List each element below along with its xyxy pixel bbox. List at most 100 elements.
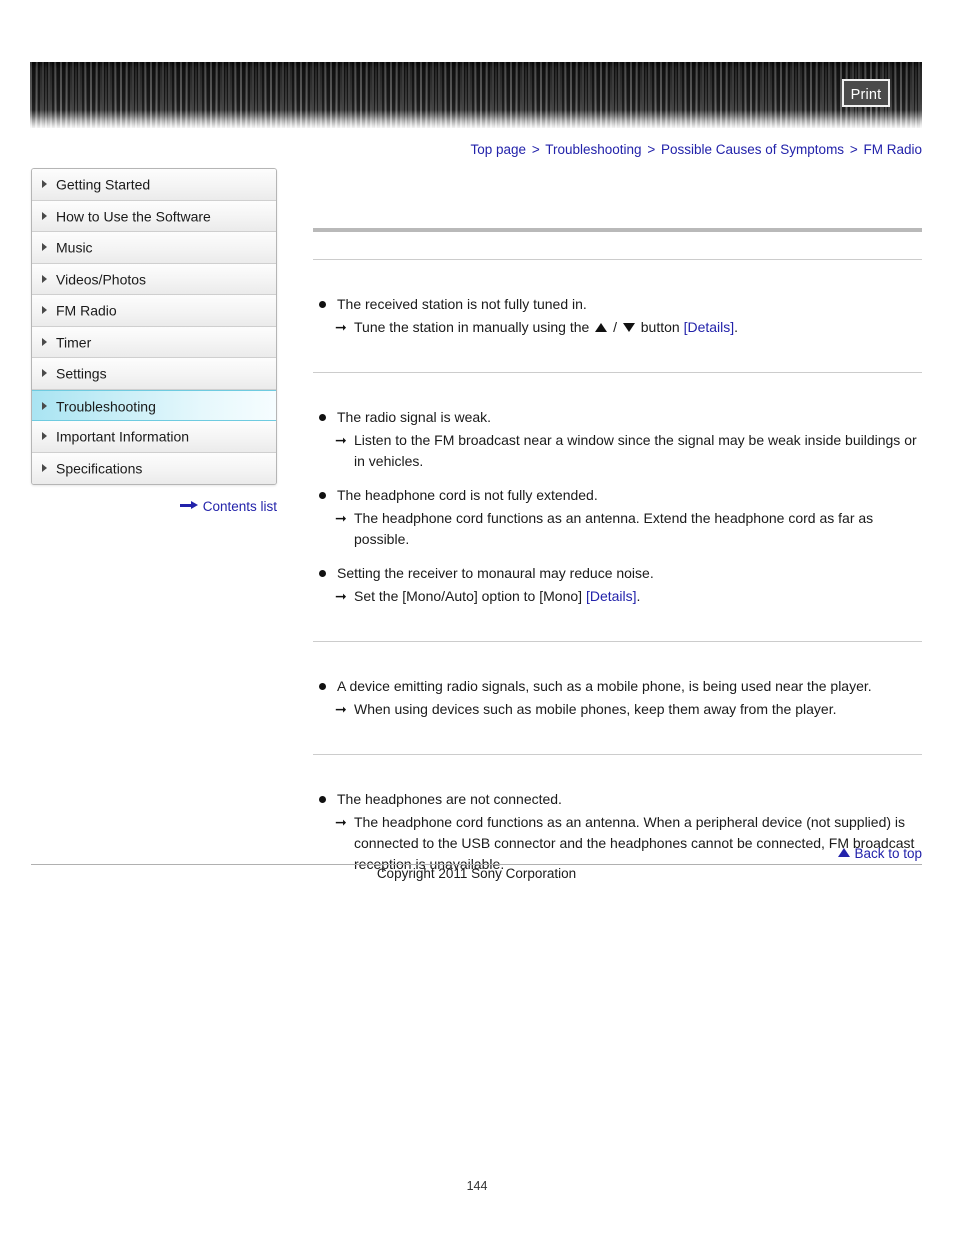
bullet-icon: [319, 570, 326, 577]
breadcrumb-separator: >: [647, 142, 656, 157]
sidebar-item-getting-started[interactable]: Getting Started: [32, 169, 276, 201]
details-link[interactable]: [Details]: [684, 319, 735, 335]
sidebar-item-fm-radio[interactable]: FM Radio: [32, 295, 276, 327]
sidebar-item-settings[interactable]: Settings: [32, 358, 276, 390]
sidebar-item-label: Timer: [56, 334, 92, 351]
remedy-text: When using devices such as mobile phones…: [354, 701, 837, 717]
triangle-up-icon: [595, 322, 608, 332]
bullet-icon: [319, 301, 326, 308]
copyright-text: Copyright 2011 Sony Corporation: [376, 866, 577, 881]
chevron-right-icon: [42, 306, 47, 315]
sidebar-item-specifications[interactable]: Specifications: [32, 452, 276, 484]
cause-text: A device emitting radio signals, such as…: [337, 678, 872, 694]
sidebar-item-label: Troubleshooting: [56, 398, 156, 415]
breadcrumb-item-troubleshooting[interactable]: Troubleshooting: [545, 142, 641, 157]
chevron-right-icon: [42, 432, 47, 441]
sidebar-item-label: Videos/Photos: [56, 271, 147, 288]
main-content: The received station is not fully tuned …: [313, 170, 922, 875]
sidebar-item-timer[interactable]: Timer: [32, 326, 276, 358]
sidebar-item-label: Getting Started: [56, 176, 151, 193]
bullet-icon: [319, 492, 326, 499]
sidebar-item-videos-photos[interactable]: Videos/Photos: [32, 263, 276, 295]
arrow-right-icon: ➞: [335, 319, 347, 335]
breadcrumb: Top page > Troubleshooting > Possible Ca…: [300, 142, 923, 157]
arrow-right-icon: ➞: [335, 588, 347, 604]
remedy-text-pre: Set the [Mono/Auto] option to [Mono]: [354, 588, 583, 604]
sidebar-item-label: How to Use the Software: [56, 208, 211, 225]
symptom-block: The radio signal is weak. ➞ Listen to th…: [313, 373, 922, 607]
cause-item: The received station is not fully tuned …: [313, 294, 922, 315]
sidebar-item-label: Settings: [56, 365, 107, 382]
chevron-right-icon: [42, 180, 47, 189]
cause-text: Setting the receiver to monaural may red…: [337, 565, 654, 581]
breadcrumb-item-possible-causes[interactable]: Possible Causes of Symptoms: [661, 142, 844, 157]
page-number: 144: [466, 1179, 488, 1193]
cause-item: A device emitting radio signals, such as…: [313, 676, 922, 697]
chevron-right-icon: [42, 274, 47, 283]
symptom-block: The received station is not fully tuned …: [313, 260, 922, 338]
item-separator: [313, 472, 922, 485]
arrow-right-icon: ➞: [335, 701, 347, 717]
bullet-icon: [319, 414, 326, 421]
icon-separator: /: [613, 319, 617, 335]
breadcrumb-separator: >: [531, 142, 540, 157]
sidebar-item-label: Specifications: [56, 460, 143, 477]
chevron-right-icon: [42, 463, 47, 472]
remedy-text: The headphone cord functions as an anten…: [354, 510, 874, 547]
cause-text: The headphone cord is not fully extended…: [337, 487, 598, 503]
sidebar-item-label: Important Information: [56, 428, 190, 445]
remedy-item: ➞ The headphone cord functions as an ant…: [313, 508, 922, 550]
remedy-item: ➞ Listen to the FM broadcast near a wind…: [313, 430, 922, 472]
remedy-item: ➞ Tune the station in manually using the…: [313, 317, 922, 338]
cause-text: The radio signal is weak.: [337, 409, 492, 425]
block-bottom-gap: [313, 338, 922, 372]
sidebar-item-important-information[interactable]: Important Information: [32, 421, 276, 453]
item-separator: [313, 550, 922, 563]
remedy-text: Listen to the FM broadcast near a window…: [354, 432, 917, 469]
breadcrumb-separator: >: [849, 142, 858, 157]
header-fade-overlay: [30, 110, 922, 128]
back-to-top-link[interactable]: Back to top: [313, 845, 922, 861]
chevron-right-icon: [42, 369, 47, 378]
sidebar-item-troubleshooting[interactable]: Troubleshooting: [32, 389, 276, 421]
breadcrumb-item-fm-radio[interactable]: FM Radio: [863, 142, 922, 157]
sidebar-item-label: FM Radio: [56, 302, 117, 319]
block-bottom-gap: [313, 720, 922, 754]
sidebar-item-label: Music: [56, 239, 93, 256]
remedy-text-pre: Tune the station in manually using the: [354, 319, 590, 335]
arrow-right-icon: ➞: [335, 510, 347, 526]
details-link[interactable]: [Details]: [586, 588, 637, 604]
cause-text: The received station is not fully tuned …: [337, 296, 587, 312]
back-to-top-label: Back to top: [854, 845, 922, 861]
footer-divider: [31, 864, 922, 865]
contents-list-link[interactable]: Contents list: [31, 498, 277, 514]
print-button[interactable]: Print: [842, 79, 890, 107]
cause-item: The headphone cord is not fully extended…: [313, 485, 922, 506]
header-banner: Print: [30, 62, 922, 128]
chevron-right-icon: [42, 211, 47, 220]
cause-item: Setting the receiver to monaural may red…: [313, 563, 922, 584]
triangle-down-icon: [622, 322, 635, 332]
arrow-right-icon: ➞: [335, 432, 347, 448]
cause-item: The headphones are not connected.: [313, 789, 922, 810]
contents-list-label: Contents list: [202, 498, 277, 514]
chevron-right-icon: [42, 243, 47, 252]
triangle-up-icon: [838, 847, 851, 857]
heading-spacer: [313, 232, 922, 259]
cause-item: The radio signal is weak.: [313, 407, 922, 428]
right-arrow-icon: [179, 501, 198, 510]
remedy-item: ➞ When using devices such as mobile phon…: [313, 699, 922, 720]
remedy-text-mid: button: [640, 319, 680, 335]
remedy-text-post: .: [636, 588, 641, 604]
bullet-icon: [319, 796, 326, 803]
sidebar-navigation: Getting Started How to Use the Software …: [31, 168, 277, 485]
remedy-item: ➞ Set the [Mono/Auto] option to [Mono] […: [313, 586, 922, 607]
breadcrumb-item-top-page[interactable]: Top page: [471, 142, 527, 157]
content-top-spacer: [313, 170, 922, 228]
sidebar-item-how-to-use-the-software[interactable]: How to Use the Software: [32, 200, 276, 232]
chevron-right-icon: [42, 337, 47, 346]
sidebar-item-music[interactable]: Music: [32, 232, 276, 264]
remedy-text-post: .: [734, 319, 739, 335]
bullet-icon: [319, 683, 326, 690]
arrow-right-icon: ➞: [335, 814, 347, 830]
